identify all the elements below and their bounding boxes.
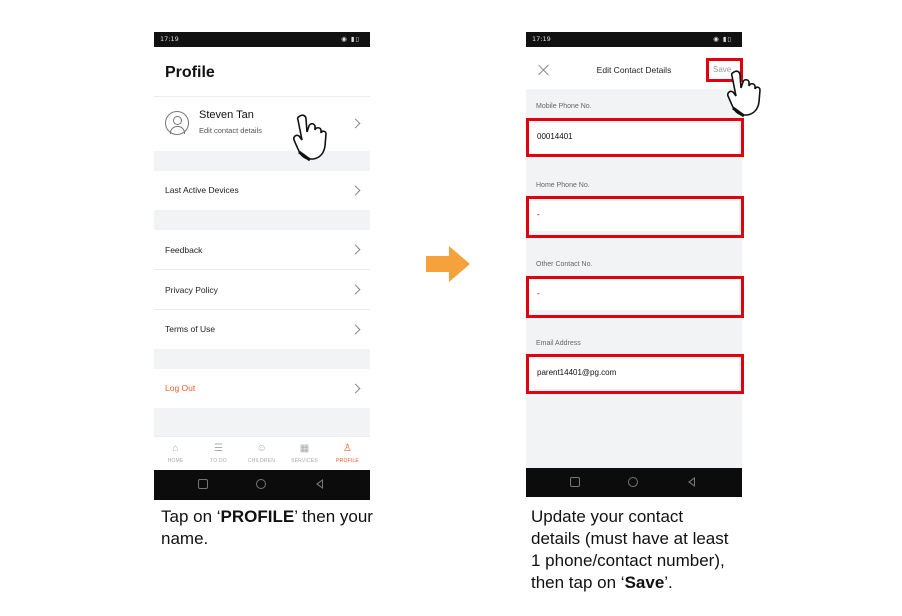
back-icon[interactable] <box>316 479 323 489</box>
tab-label: TO DO <box>210 458 227 464</box>
android-nav-bar <box>526 468 742 497</box>
chevron-right-icon <box>350 383 361 394</box>
edit-contact-details-label: Edit contact details <box>199 126 262 135</box>
hand-pointer-icon <box>727 70 761 118</box>
tab-children[interactable]: ☺ CHILDREN <box>240 437 283 471</box>
divider <box>154 309 370 310</box>
menu-item-last-active-devices[interactable]: Last Active Devices <box>165 185 239 195</box>
caption-bold: Save <box>624 573 665 592</box>
email-highlight <box>526 354 744 394</box>
caption-bold: PROFILE <box>220 507 295 526</box>
status-time: 17:19 <box>160 35 179 43</box>
list-icon: ☰ <box>214 443 223 454</box>
section-gap <box>154 210 370 230</box>
edit-contact-screen: 17:19 ◉ ▮▯ Edit Contact Details Save Mob… <box>526 32 742 497</box>
tab-home[interactable]: ⌂ HOME <box>154 437 197 471</box>
avatar-icon <box>165 111 189 135</box>
home-button-icon[interactable] <box>256 479 266 489</box>
caption-text: ’. <box>664 573 673 592</box>
tab-label: CHILDREN <box>247 458 276 464</box>
status-icons: ◉ ▮▯ <box>341 35 360 43</box>
section-gap <box>154 151 370 171</box>
chevron-right-icon <box>350 185 361 196</box>
tab-profile[interactable]: ♙ PROFILE <box>326 437 369 471</box>
caption-left: Tap on ‘PROFILE’ then your name. <box>161 506 376 550</box>
back-icon[interactable] <box>688 477 695 487</box>
hand-pointer-icon <box>293 114 327 162</box>
mobile-highlight <box>526 118 744 157</box>
home-phone-label: Home Phone No. <box>536 182 590 189</box>
tab-to-do[interactable]: ☰ TO DO <box>197 437 240 471</box>
chevron-right-icon <box>350 284 361 295</box>
home-button-icon[interactable] <box>628 477 638 487</box>
tab-label: HOME <box>167 458 184 464</box>
grid-icon: ▦ <box>299 443 310 454</box>
menu-item-privacy-policy[interactable]: Privacy Policy <box>165 285 218 295</box>
arrow-right-icon <box>426 246 470 282</box>
home-highlight <box>526 196 744 238</box>
status-bar: 17:19 ◉ ▮▯ <box>154 32 370 47</box>
status-bar: 17:19 ◉ ▮▯ <box>526 32 742 47</box>
recent-apps-icon[interactable] <box>198 479 208 489</box>
other-highlight <box>526 276 744 318</box>
person-icon: ♙ <box>343 443 352 454</box>
section-gap <box>154 408 370 436</box>
other-contact-label: Other Contact No. <box>536 261 593 268</box>
caption-right: Update your contact details (must have a… <box>531 506 731 594</box>
user-name: Steven Tan <box>199 109 254 121</box>
page-title: Profile <box>165 64 215 81</box>
tab-services[interactable]: ▦ SERVICES <box>283 437 326 471</box>
home-icon: ⌂ <box>172 443 179 454</box>
chevron-right-icon <box>350 324 361 335</box>
menu-item-feedback[interactable]: Feedback <box>165 245 202 255</box>
bottom-tab-bar: ⌂ HOME ☰ TO DO ☺ CHILDREN ▦ SERVICES ♙ P… <box>154 436 370 470</box>
menu-item-terms-of-use[interactable]: Terms of Use <box>165 324 215 334</box>
divider <box>154 269 370 270</box>
child-icon: ☺ <box>256 443 267 454</box>
tab-label: SERVICES <box>291 458 318 464</box>
section-gap <box>154 349 370 369</box>
status-time: 17:19 <box>532 35 551 43</box>
chevron-right-icon <box>350 244 361 255</box>
email-label: Email Address <box>536 340 581 347</box>
android-nav-bar <box>154 470 370 500</box>
recent-apps-icon[interactable] <box>570 477 580 487</box>
status-icons: ◉ ▮▯ <box>713 35 732 43</box>
mobile-phone-label: Mobile Phone No. <box>536 103 592 110</box>
profile-screen: 17:19 ◉ ▮▯ Profile Steven Tan Edit conta… <box>154 32 370 500</box>
tab-label: PROFILE <box>336 458 359 464</box>
log-out-button[interactable]: Log Out <box>165 383 195 393</box>
caption-text: Tap on ‘ <box>161 507 221 526</box>
